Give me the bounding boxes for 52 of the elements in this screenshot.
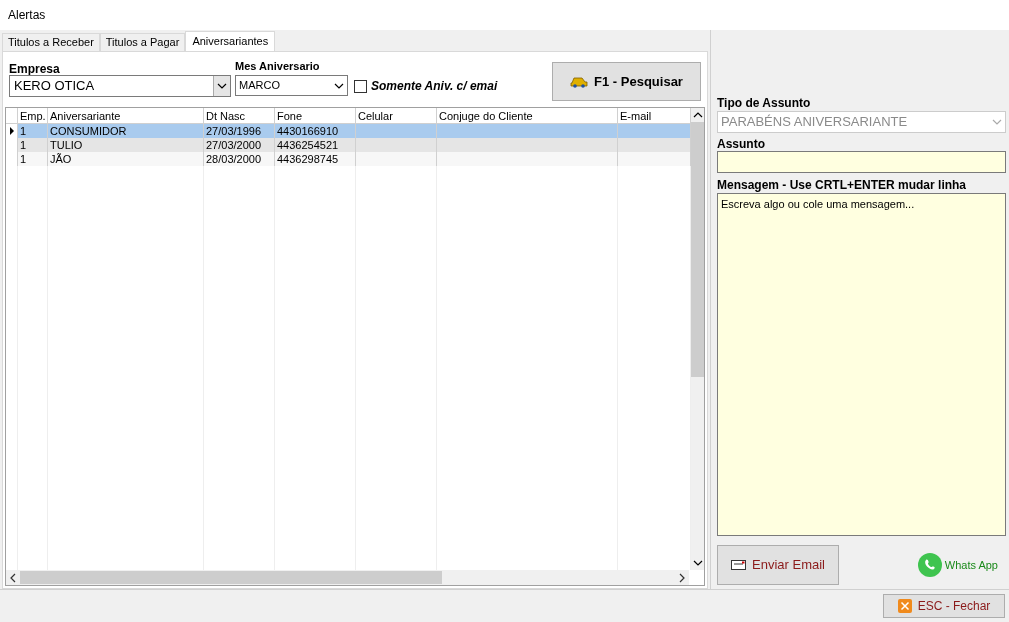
scroll-thumb[interactable] [20,571,442,584]
assunto-label: Assunto [717,136,766,151]
table-cell: TULIO [50,139,83,151]
table-row[interactable]: 1 JÃO 28/03/2000 4436298745 [6,152,691,166]
table-cell: 4436298745 [277,153,339,165]
row-pointer-icon [9,127,14,135]
table-cell: 1 [20,125,27,137]
column-header[interactable]: Dt Nasc [204,108,275,123]
table-cell: 4436254521 [277,139,339,151]
mes-dropdown[interactable]: MARCO [235,75,348,96]
tab[interactable]: Titulos a Receber [2,33,100,51]
table-cell: 1 [20,153,27,165]
whatsapp-button[interactable]: Whats App [916,552,998,578]
table-cell: 1 [20,139,27,151]
mensagem-label: Mensagem - Use CRTL+ENTER mudar linha [717,177,968,193]
table-cell: JÃO [50,153,72,165]
column-header[interactable]: Celular [356,108,437,123]
column-header[interactable]: Aniversariante [48,108,204,123]
scroll-right-icon [679,572,685,583]
tipo-label: Tipo de Assunto [717,95,812,111]
envelope-icon [731,560,746,570]
empresa-dropdown[interactable]: KERO OTICA [9,75,231,97]
send-email-button[interactable]: Enviar Email [717,545,839,585]
assunto-field[interactable] [717,151,1006,173]
scroll-left-icon [10,572,16,583]
table-cell: CONSUMIDOR [50,125,127,137]
horizontal-scrollbar[interactable] [6,570,689,585]
tab[interactable]: Titulos a Pagar [99,33,186,51]
email-only-checkbox[interactable]: Somente Aniv. c/ emai [354,77,498,95]
empresa-label: Empresa [9,61,61,75]
car-icon [570,75,589,88]
phone-bubble-icon [916,552,943,578]
mes-label: Mes Aniversario [235,59,321,73]
table-cell: 27/03/1996 [206,125,262,137]
window-title: Alertas [8,7,46,24]
tab[interactable]: Aniversariantes [185,31,276,51]
table-cell: 4430166910 [277,125,339,137]
table-cell: 28/03/2000 [206,153,262,165]
search-button[interactable]: F1 - Pesquisar [552,62,701,101]
column-header[interactable]: Emp. [18,108,48,123]
close-icon [897,599,912,613]
column-header[interactable]: Fone [275,108,356,123]
table-row[interactable]: 1 CONSUMIDOR 27/03/1996 4430166910 [6,124,691,138]
column-header[interactable]: Conjuge do Cliente [437,108,618,123]
vertical-scrollbar[interactable] [691,108,704,570]
scroll-up-icon [692,112,703,118]
scroll-down-icon [692,560,703,566]
close-button[interactable]: ESC - Fechar [883,594,1005,618]
message-field[interactable]: Escreva algo ou cole uma mensagem... [717,193,1006,536]
table-row[interactable]: 1 TULIO 27/03/2000 4436254521 [6,138,691,152]
scroll-thumb[interactable] [691,122,704,377]
table-cell: 27/03/2000 [206,139,262,151]
